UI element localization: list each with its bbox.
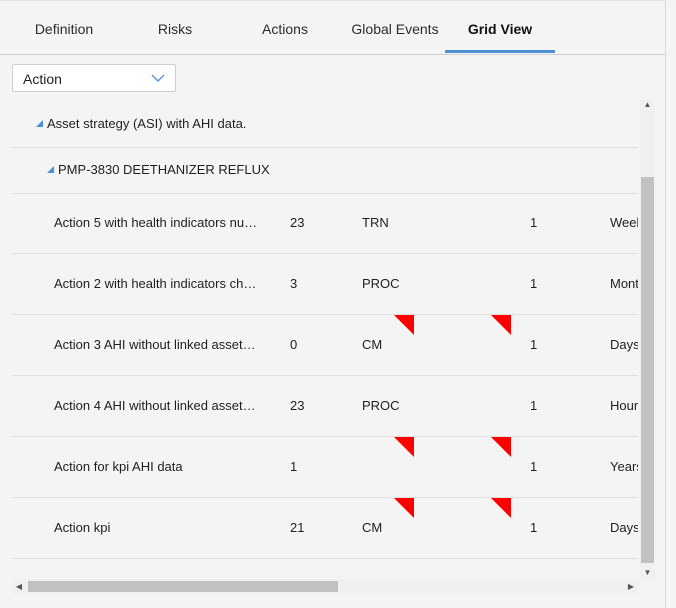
value-cell: 3 — [290, 276, 298, 291]
collapse-triangle-icon[interactable] — [47, 166, 54, 174]
value-cell: 21 — [290, 520, 305, 535]
interval-cell: Week — [610, 215, 638, 230]
record-type-dropdown[interactable]: Action — [12, 64, 176, 92]
table-row[interactable]: Action 2 with health indicators char... … — [12, 254, 638, 315]
group-header: PMP-3830 DEETHANIZER REFLUX — [47, 147, 270, 193]
count-cell: 1 — [530, 276, 538, 291]
table-row[interactable]: Action for kpi AHI data 1 1 Years — [12, 437, 638, 498]
tab-global-events[interactable]: Global Events — [343, 1, 447, 53]
table-row[interactable]: Action 5 with health indicators num... 2… — [12, 193, 638, 254]
scroll-down-arrow-icon[interactable]: ▼ — [640, 567, 655, 579]
horizontal-scrollbar[interactable]: ◀ ▶ — [12, 579, 638, 594]
horizontal-scroll-thumb[interactable] — [28, 581, 338, 592]
modified-flag-icon — [394, 315, 414, 335]
action-name-cell: Action 2 with health indicators char... — [54, 276, 259, 291]
tab-risks[interactable]: Risks — [123, 1, 227, 53]
count-cell: 1 — [530, 520, 538, 535]
vertical-scroll-thumb[interactable] — [641, 177, 654, 563]
table-row[interactable]: Action kpi 21 CM 1 Days — [12, 498, 638, 559]
tab-actions[interactable]: Actions — [233, 1, 337, 53]
scroll-left-arrow-icon[interactable]: ◀ — [12, 579, 26, 594]
interval-cell: Years — [610, 459, 638, 474]
value-cell: 23 — [290, 215, 305, 230]
chevron-down-icon — [151, 74, 165, 82]
count-cell: 1 — [530, 215, 538, 230]
group-row-equipment[interactable]: PMP-3830 DEETHANIZER REFLUX — [12, 147, 638, 194]
group-label: Asset strategy (ASI) with AHI data. — [47, 116, 247, 131]
table-row[interactable]: Action 4 AHI without linked asset n... 2… — [12, 376, 638, 437]
modified-flag-icon — [491, 315, 511, 335]
count-cell: 1 — [530, 459, 538, 474]
action-name-cell: Action 3 AHI without linked asset c... — [54, 337, 259, 352]
tab-definition[interactable]: Definition — [12, 1, 116, 53]
modified-flag-icon — [394, 437, 414, 457]
value-cell: 23 — [290, 398, 305, 413]
interval-cell: Mont — [610, 276, 638, 291]
vertical-scrollbar[interactable]: ▲ ▼ — [640, 99, 655, 579]
grid-view-table: Asset strategy (ASI) with AHI data. PMP-… — [12, 99, 638, 579]
value-cell: 1 — [290, 459, 298, 474]
modified-flag-icon — [394, 498, 414, 518]
interval-cell: Hours — [610, 398, 638, 413]
action-name-cell: Action 4 AHI without linked asset n... — [54, 398, 259, 413]
type-cell: PROC — [362, 276, 400, 291]
action-name-cell: Action kpi — [54, 520, 111, 535]
tab-bar: Definition Risks Actions Global Events G… — [0, 0, 665, 55]
value-cell: 0 — [290, 337, 298, 352]
group-row-asset-strategy[interactable]: Asset strategy (ASI) with AHI data. — [12, 101, 638, 148]
action-name-cell: Action 5 with health indicators num... — [54, 215, 259, 230]
dropdown-selected-value: Action — [23, 71, 62, 87]
count-cell: 1 — [530, 398, 538, 413]
modified-flag-icon — [491, 437, 511, 457]
group-header: Asset strategy (ASI) with AHI data. — [36, 101, 246, 147]
group-label: PMP-3830 DEETHANIZER REFLUX — [58, 162, 270, 177]
action-name-cell: Action for kpi AHI data — [54, 459, 183, 474]
table-row[interactable]: Action 3 AHI without linked asset c... 0… — [12, 315, 638, 376]
collapse-triangle-icon[interactable] — [36, 120, 43, 128]
scroll-right-arrow-icon[interactable]: ▶ — [624, 579, 638, 594]
type-cell: PROC — [362, 398, 400, 413]
type-cell: TRN — [362, 215, 389, 230]
count-cell: 1 — [530, 337, 538, 352]
interval-cell: Days — [610, 337, 638, 352]
tab-grid-view[interactable]: Grid View — [445, 1, 555, 53]
scroll-up-arrow-icon[interactable]: ▲ — [640, 99, 655, 111]
modified-flag-icon — [491, 498, 511, 518]
app-frame: Definition Risks Actions Global Events G… — [0, 0, 666, 608]
interval-cell: Days — [610, 520, 638, 535]
